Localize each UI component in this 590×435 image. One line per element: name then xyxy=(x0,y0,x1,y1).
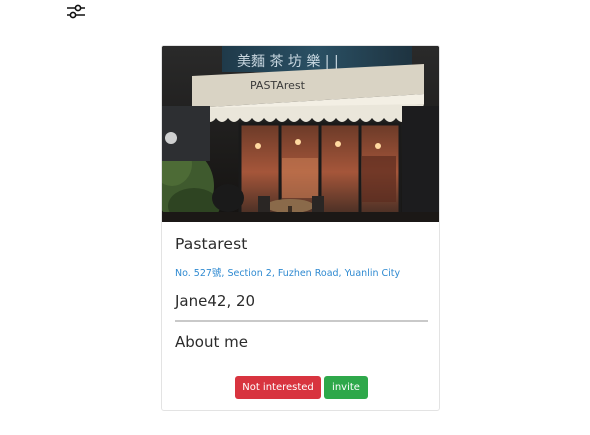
restaurant-address-link[interactable]: No. 527號, Section 2, Fuzhen Road, Yuanli… xyxy=(175,265,400,279)
filter-sliders-button[interactable] xyxy=(66,3,86,21)
storefront-sign-text: PASTArest xyxy=(250,79,306,92)
divider xyxy=(175,320,428,322)
user-name-age: Jane42, 20 xyxy=(175,292,256,310)
restaurant-name: Pastarest xyxy=(175,235,248,253)
invite-button[interactable]: invite xyxy=(324,376,368,399)
profile-card: 美麵 茶 坊 樂 | | PASTArest Pastarest No. 527… xyxy=(161,45,440,411)
not-interested-button[interactable]: Not interested xyxy=(235,376,321,399)
sliders-icon xyxy=(67,4,85,19)
svg-text:美麵 茶 坊 樂 | |: 美麵 茶 坊 樂 | | xyxy=(237,53,339,70)
restaurant-photo: 美麵 茶 坊 樂 | | PASTArest xyxy=(162,46,439,222)
about-me-heading: About me xyxy=(175,333,248,351)
